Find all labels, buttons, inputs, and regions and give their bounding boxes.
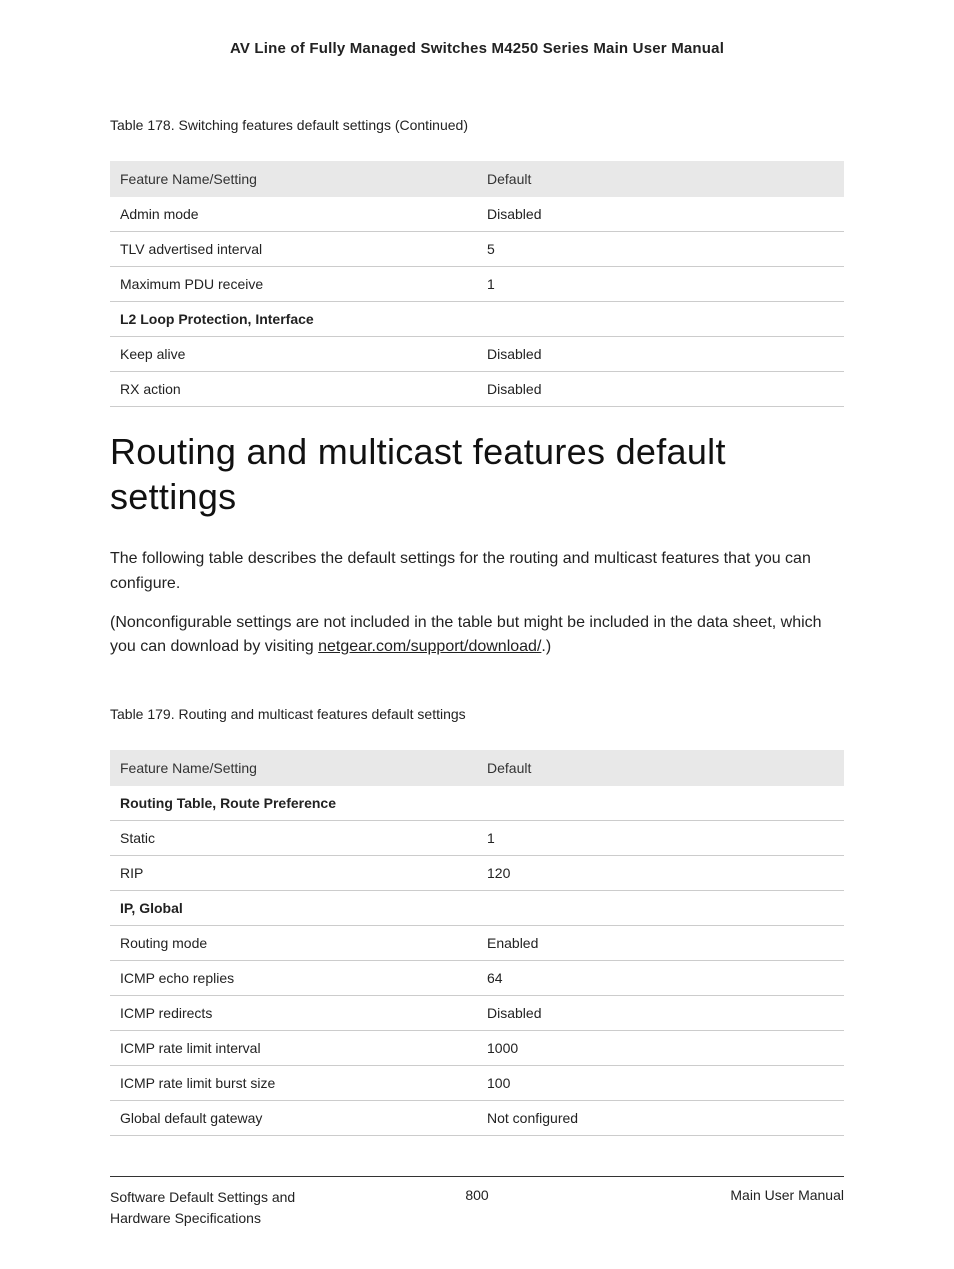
default-value-cell xyxy=(477,891,844,926)
feature-name-cell: Global default gateway xyxy=(110,1101,477,1136)
footer-divider xyxy=(110,1176,844,1177)
table-row: L2 Loop Protection, Interface xyxy=(110,302,844,337)
feature-name-cell: IP, Global xyxy=(110,891,477,926)
feature-name-cell: ICMP echo replies xyxy=(110,961,477,996)
default-value-cell: 5 xyxy=(477,232,844,267)
default-value-cell: 1000 xyxy=(477,1031,844,1066)
table-179: Feature Name/Setting Default Routing Tab… xyxy=(110,750,844,1136)
table-178-caption: Table 178. Switching features default se… xyxy=(110,117,844,133)
default-value-cell: 64 xyxy=(477,961,844,996)
default-value-cell: Disabled xyxy=(477,996,844,1031)
para2-post-text: .) xyxy=(541,638,551,655)
table-row: Routing Table, Route Preference xyxy=(110,786,844,821)
feature-name-cell: Keep alive xyxy=(110,337,477,372)
table-row: TLV advertised interval5 xyxy=(110,232,844,267)
support-download-link[interactable]: netgear.com/support/download/ xyxy=(318,638,541,655)
table-row: RX actionDisabled xyxy=(110,372,844,407)
table-row: ICMP rate limit interval1000 xyxy=(110,1031,844,1066)
default-value-cell: Not configured xyxy=(477,1101,844,1136)
table-header-row: Feature Name/Setting Default xyxy=(110,750,844,786)
default-value-cell: 100 xyxy=(477,1066,844,1101)
document-header-title: AV Line of Fully Managed Switches M4250 … xyxy=(110,40,844,57)
table-row: Admin modeDisabled xyxy=(110,197,844,232)
default-value-cell: Disabled xyxy=(477,337,844,372)
feature-name-cell: Routing mode xyxy=(110,926,477,961)
feature-name-cell: TLV advertised interval xyxy=(110,232,477,267)
table-row: IP, Global xyxy=(110,891,844,926)
table-row: RIP120 xyxy=(110,856,844,891)
table-179-col1-header: Feature Name/Setting xyxy=(110,750,477,786)
feature-name-cell: RIP xyxy=(110,856,477,891)
table-row: ICMP rate limit burst size100 xyxy=(110,1066,844,1101)
table-row: Routing modeEnabled xyxy=(110,926,844,961)
page-footer: Software Default Settings and Hardware S… xyxy=(110,1187,844,1229)
default-value-cell xyxy=(477,786,844,821)
default-value-cell: 120 xyxy=(477,856,844,891)
feature-name-cell: Maximum PDU receive xyxy=(110,267,477,302)
feature-name-cell: ICMP rate limit interval xyxy=(110,1031,477,1066)
feature-name-cell: Static xyxy=(110,821,477,856)
feature-name-cell: L2 Loop Protection, Interface xyxy=(110,302,477,337)
default-value-cell: Disabled xyxy=(477,372,844,407)
table-row: Maximum PDU receive1 xyxy=(110,267,844,302)
section-paragraph-2: (Nonconfigurable settings are not includ… xyxy=(110,611,844,661)
feature-name-cell: Admin mode xyxy=(110,197,477,232)
default-value-cell: Enabled xyxy=(477,926,844,961)
table-row: ICMP redirectsDisabled xyxy=(110,996,844,1031)
section-paragraph-1: The following table describes the defaul… xyxy=(110,547,844,597)
document-page: AV Line of Fully Managed Switches M4250 … xyxy=(0,0,954,1269)
table-178-col2-header: Default xyxy=(477,161,844,197)
table-row: Static1 xyxy=(110,821,844,856)
feature-name-cell: ICMP rate limit burst size xyxy=(110,1066,477,1101)
table-row: Global default gatewayNot configured xyxy=(110,1101,844,1136)
table-row: Keep aliveDisabled xyxy=(110,337,844,372)
table-179-caption: Table 179. Routing and multicast feature… xyxy=(110,706,844,722)
footer-page-number: 800 xyxy=(356,1187,598,1203)
default-value-cell: Disabled xyxy=(477,197,844,232)
table-row: ICMP echo replies64 xyxy=(110,961,844,996)
default-value-cell: 1 xyxy=(477,821,844,856)
footer-left-text: Software Default Settings and Hardware S… xyxy=(110,1187,352,1229)
table-178: Feature Name/Setting Default Admin modeD… xyxy=(110,161,844,407)
feature-name-cell: Routing Table, Route Preference xyxy=(110,786,477,821)
section-heading: Routing and multicast features default s… xyxy=(110,429,844,519)
footer-right-text: Main User Manual xyxy=(602,1187,844,1203)
default-value-cell: 1 xyxy=(477,267,844,302)
table-178-col1-header: Feature Name/Setting xyxy=(110,161,477,197)
table-179-col2-header: Default xyxy=(477,750,844,786)
default-value-cell xyxy=(477,302,844,337)
feature-name-cell: RX action xyxy=(110,372,477,407)
table-header-row: Feature Name/Setting Default xyxy=(110,161,844,197)
feature-name-cell: ICMP redirects xyxy=(110,996,477,1031)
